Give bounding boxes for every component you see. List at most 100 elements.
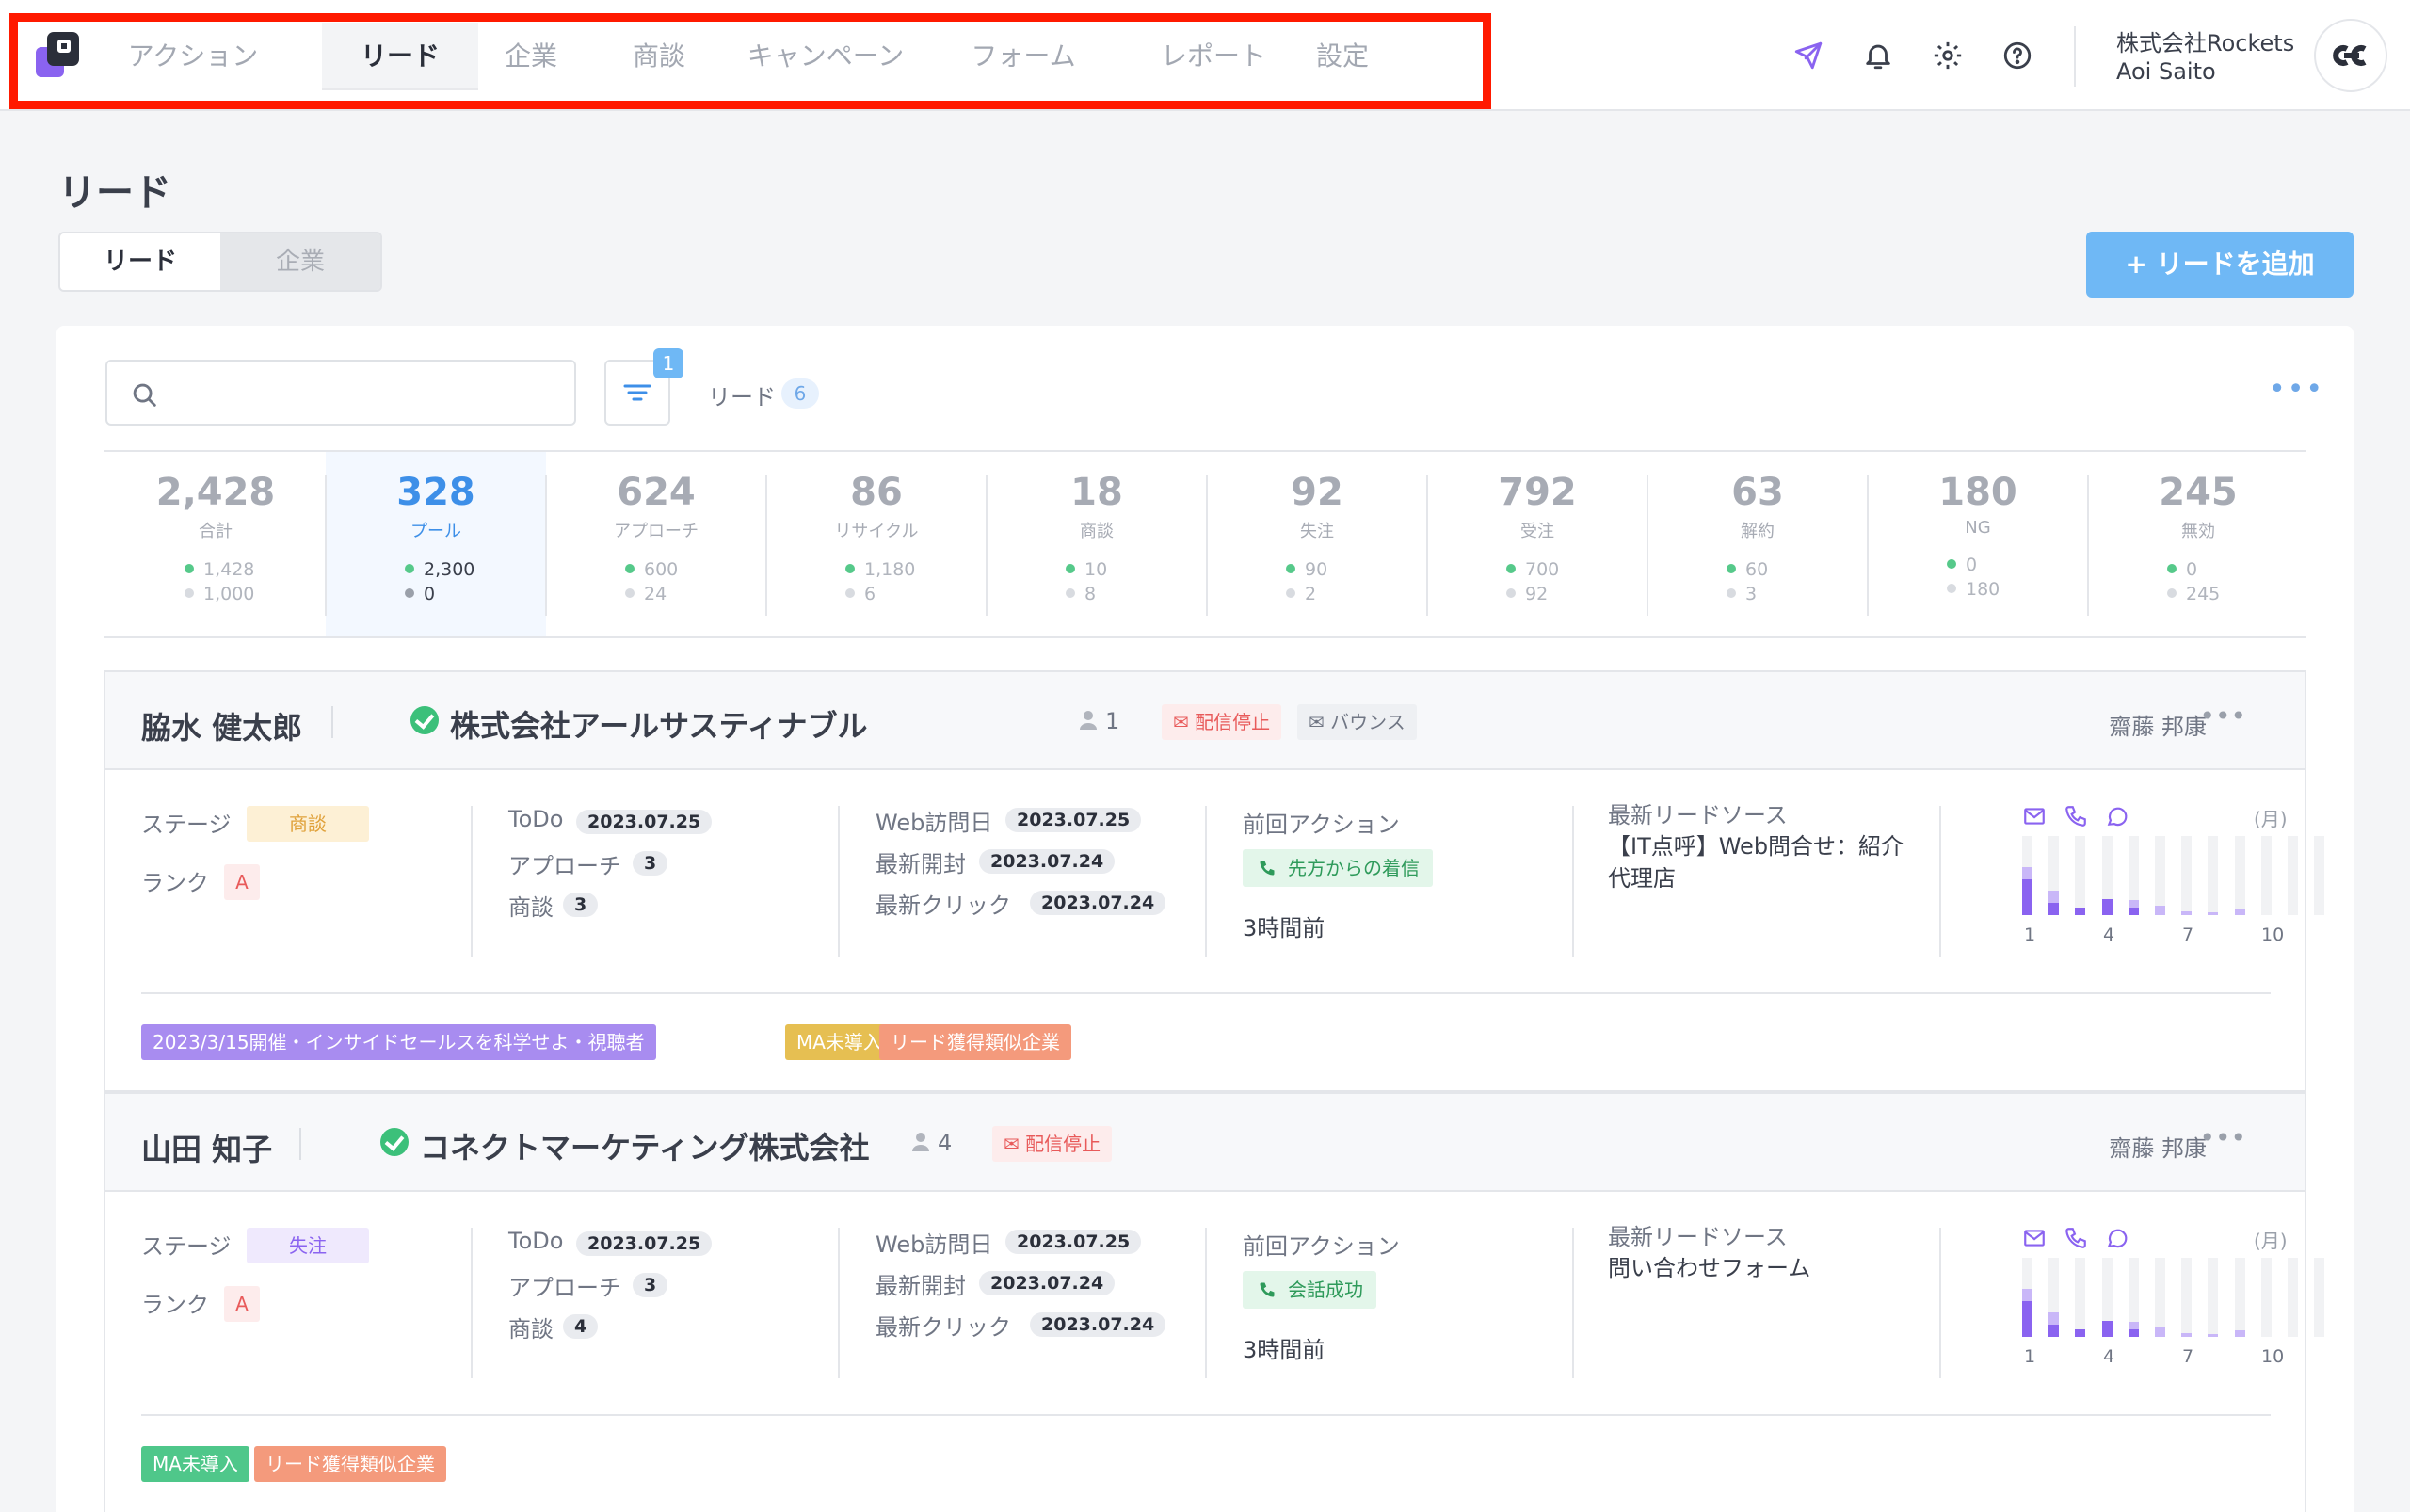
nav-item-deals[interactable]: 商談 — [621, 23, 697, 90]
person-icon — [1080, 711, 1097, 730]
stat-sub-a: 90 — [1207, 557, 1427, 582]
lead-tag-chip[interactable]: MA未導入 — [785, 1024, 893, 1060]
stat-label: 解約 — [1741, 522, 1775, 541]
app-logo[interactable] — [36, 32, 79, 77]
lead-owner[interactable]: 齋藤 邦康 — [2109, 708, 2207, 741]
add-lead-button[interactable]: + リードを追加 — [2086, 232, 2354, 298]
stat-sub-a: 0 — [2088, 557, 2308, 582]
lead-owner[interactable]: 齋藤 邦康 — [2109, 1130, 2207, 1163]
activity-bar — [2288, 836, 2298, 915]
search-input[interactable] — [105, 360, 576, 426]
lead-tag-chip[interactable]: MA未導入 — [141, 1446, 249, 1482]
stat-count: 63 — [1731, 471, 1784, 514]
stat-column[interactable]: 792 受注 700 92 — [1427, 452, 1647, 636]
nav-item-companies[interactable]: 企業 — [493, 23, 569, 90]
toggle-companies[interactable]: 企業 — [220, 233, 380, 290]
gear-icon[interactable] — [1932, 40, 1964, 72]
company-avatar-icon — [2333, 45, 2367, 66]
todo-date: 2023.07.25 — [576, 1231, 713, 1256]
nav-item-campaigns[interactable]: キャンペーン — [736, 23, 915, 90]
chat-icon[interactable] — [2105, 1226, 2129, 1250]
activity-bar-light — [2022, 867, 2032, 879]
mail-icon[interactable] — [2022, 804, 2047, 828]
avatar[interactable] — [2314, 19, 2387, 92]
approach-count: 3 — [633, 851, 668, 876]
stat-column[interactable]: 245 無効 0 245 — [2088, 452, 2308, 636]
lead-card[interactable]: 脇水 健太郎 株式会社アールサスティナブル 1 ✉ 配信停止 ✉ バウンス 齋藤 邦康 ••… — [104, 670, 2324, 1092]
stat-count: 86 — [850, 471, 903, 514]
phone-activity-icon[interactable] — [2064, 1226, 2088, 1250]
phone-icon — [1260, 1282, 1275, 1297]
last-click-label: 最新クリック — [876, 1314, 1011, 1341]
verified-check-icon — [380, 1128, 409, 1156]
phone-icon — [1260, 861, 1275, 876]
lead-source-value: 【IT点呼】Web問合せ：紹介代理店 — [1608, 833, 1904, 892]
activity-bar-light — [2129, 1322, 2139, 1329]
mail-status-icon: ✉ — [1309, 711, 1331, 733]
more-options-button[interactable]: ••• — [2269, 373, 2324, 406]
stat-sub-a: 1,428 — [105, 557, 326, 582]
card-more-button[interactable]: ••• — [2199, 700, 2246, 732]
card-more-button[interactable]: ••• — [2199, 1122, 2246, 1153]
stat-count: 245 — [2159, 471, 2238, 514]
stat-count: 328 — [396, 471, 475, 514]
stat-column[interactable]: 624 アプローチ 600 24 — [546, 452, 766, 636]
lead-source-value: 問い合わせフォーム — [1608, 1255, 1811, 1281]
stat-sub-b: 24 — [546, 582, 766, 606]
activity-bar — [2181, 836, 2192, 915]
stat-column[interactable]: 18 商談 10 8 — [987, 452, 1207, 636]
stat-sub-a: 10 — [987, 557, 1207, 582]
stat-column[interactable]: 180 NG 0 180 — [1868, 452, 2088, 636]
stat-column[interactable]: 63 解約 60 3 — [1647, 452, 1868, 636]
lead-company[interactable]: 株式会社アールサスティナブル — [450, 702, 868, 746]
nav-item-forms[interactable]: フォーム — [962, 23, 1084, 90]
activity-bar-light — [2208, 1334, 2218, 1337]
activity-axis-label: 10 — [2261, 925, 2285, 945]
user-name: Aoi Saito — [2116, 58, 2216, 85]
nav-item-settings[interactable]: 設定 — [1305, 23, 1380, 90]
nav-item-action[interactable]: アクション — [122, 23, 264, 90]
help-icon[interactable] — [2001, 40, 2033, 72]
month-unit: (月) — [2254, 1230, 2288, 1252]
lead-card-header: 山田 知子 コネクトマーケティング株式会社 4 ✉ 配信停止 齋藤 邦康 ••• — [105, 1094, 2305, 1192]
activity-bar-light — [2129, 900, 2139, 908]
mail-status-icon: ✉ — [1173, 711, 1196, 733]
stat-sub-b: 0 — [326, 582, 546, 606]
stat-column[interactable]: 86 リサイクル 1,180 6 — [766, 452, 987, 636]
stat-column[interactable]: 92 失注 90 2 — [1207, 452, 1427, 636]
stat-column[interactable]: 328 プール 2,300 0 — [326, 452, 546, 636]
lead-card[interactable]: 山田 知子 コネクトマーケティング株式会社 4 ✉ 配信停止 齋藤 邦康 ••• ステージ失… — [104, 1092, 2324, 1512]
stat-column[interactable]: 2,428 合計 1,428 1,000 — [105, 452, 326, 636]
lead-tag-chip[interactable]: 2023/3/15開催・インサイドセールスを科学せよ・視聴者 — [141, 1024, 656, 1060]
lead-company[interactable]: コネクトマーケティング株式会社 — [420, 1124, 869, 1167]
lead-tag-chip[interactable]: リード獲得類似企業 — [254, 1446, 446, 1482]
activity-axis-label: 4 — [2103, 925, 2115, 945]
chat-icon[interactable] — [2105, 804, 2129, 828]
lead-name[interactable]: 山田 知子 — [141, 1126, 272, 1169]
stat-divider — [2087, 475, 2089, 616]
deal-label: 商談 — [508, 894, 554, 921]
stat-count: 624 — [617, 471, 696, 514]
stat-sub-a: 600 — [546, 557, 766, 582]
last-open-label: 最新開封 — [876, 851, 966, 877]
approach-label: アプローチ — [508, 853, 621, 879]
web-visit-date: 2023.07.25 — [1005, 808, 1142, 832]
activity-bar-light — [2181, 1333, 2192, 1337]
activity-bar — [2181, 1258, 2192, 1337]
lead-tag-chip[interactable]: リード獲得類似企業 — [879, 1024, 1071, 1060]
last-action-badge: 会話成功 — [1243, 1271, 1376, 1309]
phone-activity-icon[interactable] — [2064, 804, 2088, 828]
stat-sub-b: 92 — [1427, 582, 1647, 606]
send-icon[interactable] — [1792, 40, 1824, 72]
nav-item-reports[interactable]: レポート — [1152, 23, 1275, 90]
nav-item-leads[interactable]: リード — [322, 23, 478, 90]
bell-icon[interactable] — [1862, 40, 1894, 72]
activity-bar-dark — [2022, 1301, 2032, 1337]
activity-bar-light — [2208, 912, 2218, 915]
mail-icon[interactable] — [2022, 1226, 2047, 1250]
lead-count-badge: 6 — [781, 378, 819, 409]
activity-bar-dark — [2048, 903, 2059, 915]
stat-divider — [1206, 475, 1208, 616]
toggle-leads[interactable]: リード — [60, 233, 220, 290]
lead-name[interactable]: 脇水 健太郎 — [141, 704, 302, 748]
